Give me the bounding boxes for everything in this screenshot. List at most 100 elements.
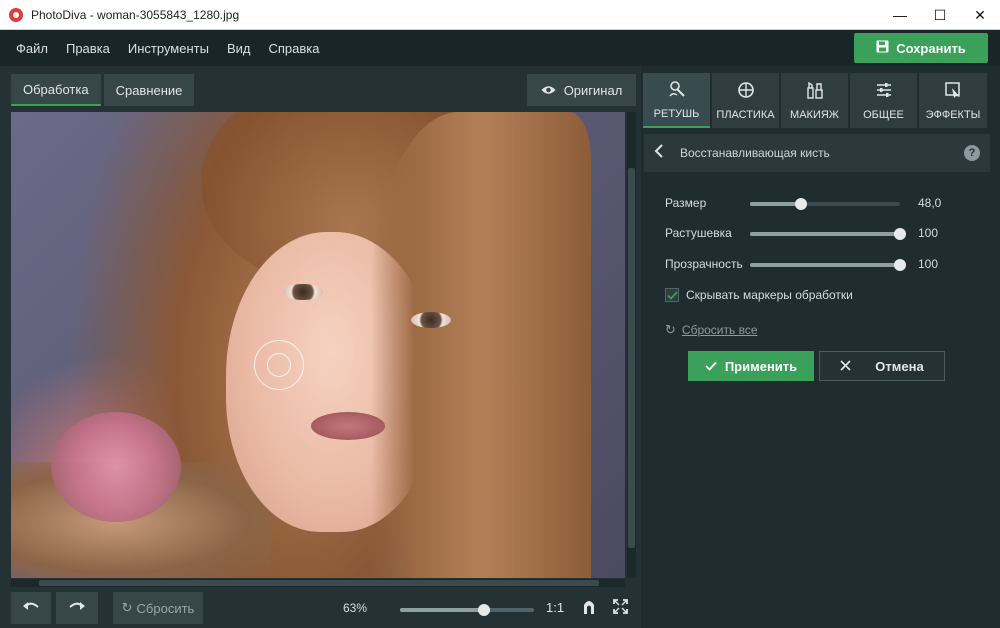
- eye-icon: [541, 83, 556, 98]
- menu-help[interactable]: Справка: [268, 41, 319, 56]
- tab-retouch-label: РЕТУШЬ: [653, 107, 700, 120]
- cancel-button[interactable]: Отмена: [819, 351, 945, 381]
- tab-retouch[interactable]: РЕТУШЬ: [643, 73, 710, 128]
- reset-icon: ↻: [665, 322, 676, 337]
- close-button[interactable]: ✕: [960, 0, 1000, 30]
- slider-feather-fill: [750, 232, 900, 236]
- tab-effects-label: ЭФФЕКТЫ: [925, 108, 981, 121]
- app-logo-icon: [9, 7, 23, 22]
- slider-size: Размер 48,0: [665, 194, 965, 214]
- menu-view[interactable]: Вид: [227, 41, 251, 56]
- tab-plastic-label: ПЛАСТИКА: [716, 108, 775, 121]
- tab-compare[interactable]: Сравнение: [103, 74, 195, 106]
- slider-size-fill: [750, 202, 801, 206]
- maximize-button[interactable]: ☐: [920, 0, 960, 30]
- redo-button[interactable]: [56, 592, 98, 624]
- reset-all-link[interactable]: ↻ Сбросить все: [665, 322, 758, 338]
- tab-general-label: ОБЩЕЕ: [863, 108, 904, 121]
- hide-markers-checkbox[interactable]: [665, 288, 679, 302]
- effects-icon: [944, 81, 962, 104]
- tool-tabs: РЕТУШЬ ПЛАСТИКА МАКИЯЖ ОБЩЕЕ ЭФФЕКТЫ: [643, 73, 987, 128]
- zoom-slider[interactable]: [400, 604, 534, 616]
- photo-eye-left: [283, 284, 323, 300]
- hide-markers-label: Скрывать маркеры обработки: [686, 288, 853, 302]
- slider-opacity-value: 100: [918, 257, 939, 271]
- photo-lips: [311, 412, 385, 440]
- slider-feather-value: 100: [918, 226, 939, 240]
- reset-all-label: Сбросить все: [681, 323, 758, 337]
- slider-feather-label: Растушевка: [665, 226, 732, 240]
- slider-size-value: 48,0: [918, 196, 942, 210]
- menu-tools[interactable]: Инструменты: [128, 41, 209, 56]
- original-button-label: Оригинал: [563, 82, 623, 98]
- chevron-left-icon[interactable]: [654, 143, 670, 163]
- undo-button[interactable]: [11, 592, 51, 624]
- menu-bar: Файл Правка Инструменты Вид Справка Сохр…: [0, 30, 1000, 66]
- redo-icon: [68, 599, 86, 617]
- slider-opacity: Прозрачность 100: [665, 255, 965, 275]
- menu-edit[interactable]: Правка: [66, 41, 110, 56]
- horizontal-scrollbar[interactable]: [11, 579, 625, 587]
- retouch-icon: [668, 80, 686, 103]
- save-button-label: Сохранить: [896, 40, 966, 56]
- tool-title: Восстанавливающая кисть: [680, 146, 830, 160]
- fit-to-screen-icon[interactable]: [582, 599, 598, 615]
- slider-size-label: Размер: [665, 196, 707, 210]
- apply-button[interactable]: Применить: [688, 351, 814, 381]
- bottom-toolbar: ↻ Сбросить 63% 1:1: [0, 590, 641, 628]
- original-button[interactable]: Оригинал: [527, 74, 636, 106]
- reset-icon: ↻: [121, 600, 133, 615]
- vertical-scroll-thumb[interactable]: [628, 168, 635, 548]
- plastic-icon: [737, 81, 755, 104]
- tab-makeup[interactable]: МАКИЯЖ: [781, 73, 848, 128]
- slider-feather-knob[interactable]: [894, 228, 906, 240]
- actual-size-button[interactable]: 1:1: [546, 600, 564, 615]
- title-bar: PhotoDiva - woman-3055843_1280.jpg — ☐ ✕: [0, 0, 1000, 30]
- reset-button[interactable]: ↻ Сбросить: [113, 592, 203, 624]
- photo-eye-right: [411, 312, 451, 328]
- close-icon: [840, 359, 851, 374]
- workspace: Обработка Сравнение Оригинал ↻ Сбросить …: [0, 66, 641, 628]
- tab-plastic[interactable]: ПЛАСТИКА: [712, 73, 779, 128]
- slider-feather: Растушевка 100: [665, 224, 965, 244]
- checkmark-icon: [705, 359, 717, 374]
- photo-flower: [51, 412, 181, 522]
- tab-general[interactable]: ОБЩЕЕ: [850, 73, 917, 128]
- reset-button-label: Сбросить: [136, 600, 195, 616]
- minimize-button[interactable]: —: [880, 0, 920, 30]
- makeup-icon: [806, 81, 824, 104]
- hide-markers-option[interactable]: Скрывать маркеры обработки: [665, 286, 853, 304]
- photo-canvas[interactable]: [11, 112, 625, 578]
- brush-cursor-inner: [267, 353, 291, 377]
- view-tabs: Обработка Сравнение: [11, 74, 197, 106]
- tab-makeup-label: МАКИЯЖ: [790, 108, 839, 121]
- menu-file[interactable]: Файл: [16, 41, 48, 56]
- horizontal-scroll-thumb[interactable]: [39, 580, 599, 586]
- slider-opacity-track[interactable]: [750, 259, 906, 271]
- cancel-button-label: Отмена: [875, 358, 924, 374]
- slider-opacity-fill: [750, 263, 900, 267]
- fullscreen-icon[interactable]: [613, 599, 629, 615]
- apply-button-label: Применить: [724, 358, 798, 374]
- sliders-icon: [875, 81, 893, 104]
- window-title: PhotoDiva - woman-3055843_1280.jpg: [31, 7, 240, 22]
- tab-processing[interactable]: Обработка: [11, 74, 101, 106]
- undo-icon: [22, 599, 40, 617]
- photo-hair-right: [371, 112, 591, 578]
- vertical-scrollbar[interactable]: [627, 112, 636, 578]
- tab-effects[interactable]: ЭФФЕКТЫ: [919, 73, 987, 128]
- tool-header: Восстанавливающая кисть ?: [644, 134, 990, 172]
- tools-panel: РЕТУШЬ ПЛАСТИКА МАКИЯЖ ОБЩЕЕ ЭФФЕКТЫ Вос…: [642, 66, 1000, 628]
- window-controls: — ☐ ✕: [880, 0, 1000, 30]
- slider-opacity-label: Прозрачность: [665, 257, 743, 271]
- help-icon[interactable]: ?: [964, 145, 980, 161]
- slider-size-knob[interactable]: [795, 198, 807, 210]
- floppy-disk-icon: [876, 40, 889, 56]
- zoom-percent: 63%: [343, 601, 368, 615]
- save-button[interactable]: Сохранить: [854, 33, 988, 63]
- zoom-slider-knob[interactable]: [478, 604, 491, 616]
- slider-size-track[interactable]: [750, 198, 900, 210]
- slider-opacity-knob[interactable]: [894, 259, 906, 271]
- zoom-slider-fill: [400, 608, 485, 612]
- slider-feather-track[interactable]: [750, 228, 906, 240]
